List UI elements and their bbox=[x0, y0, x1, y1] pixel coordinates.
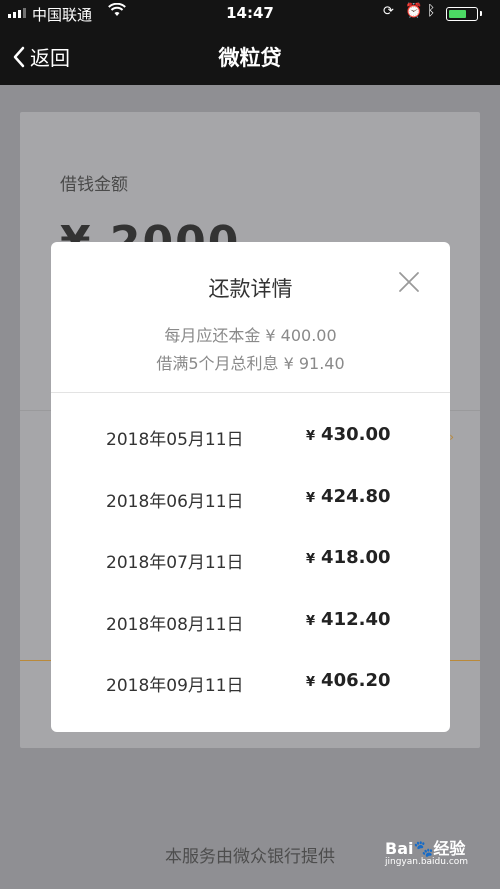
schedule-row: 2018年08月11日 ¥412.40 bbox=[51, 577, 450, 639]
currency-symbol: ¥ bbox=[306, 490, 316, 506]
close-icon bbox=[399, 272, 419, 292]
status-bar: 中国联通 14:47 ⟳ ⏰ ᛒ bbox=[0, 0, 500, 28]
row-date: 2018年06月11日 bbox=[106, 491, 244, 512]
row-date: 2018年07月11日 bbox=[106, 553, 244, 573]
row-amount-value: 430.00 bbox=[321, 424, 391, 445]
alarm-icon: ⏰ bbox=[405, 3, 423, 19]
schedule-row: 2018年06月11日 ¥424.80 bbox=[51, 454, 450, 516]
watermark-suffix: 经验 bbox=[433, 839, 466, 858]
bluetooth-icon: ᛒ bbox=[427, 3, 436, 19]
close-button[interactable] bbox=[397, 270, 421, 294]
amount-label: 借钱金额 bbox=[60, 175, 128, 195]
top-bar: 中国联通 14:47 ⟳ ⏰ ᛒ 返回 微粒贷 bbox=[0, 0, 500, 85]
currency-symbol: ¥ bbox=[306, 675, 316, 690]
watermark-url: jingyan.baidu.com bbox=[385, 857, 469, 867]
baidu-watermark: Bai🐾经验 jingyan.baidu.com bbox=[385, 839, 469, 867]
row-amount: ¥406.20 bbox=[306, 670, 391, 691]
row-date: 2018年08月11日 bbox=[106, 614, 244, 635]
schedule-row: 2018年07月11日 ¥418.00 bbox=[51, 515, 450, 577]
row-amount: ¥424.80 bbox=[306, 486, 391, 507]
nav-bar: 返回 微粒贷 bbox=[0, 28, 500, 85]
currency-symbol: ¥ bbox=[306, 613, 316, 629]
repayment-detail-dialog: 还款详情 每月应还本金 ¥ 400.00 借满5个月总利息 ¥ 91.40 20… bbox=[51, 242, 450, 732]
currency-symbol: ¥ bbox=[306, 429, 316, 444]
page-title: 微粒贷 bbox=[218, 46, 282, 70]
dialog-title: 还款详情 bbox=[208, 277, 293, 301]
row-amount-value: 406.20 bbox=[321, 670, 391, 691]
row-amount: ¥430.00 bbox=[306, 424, 391, 445]
battery-icon bbox=[446, 7, 482, 21]
row-amount: ¥412.40 bbox=[306, 609, 391, 630]
rotation-lock-icon: ⟳ bbox=[383, 4, 394, 19]
row-amount: ¥418.00 bbox=[306, 547, 391, 568]
currency-symbol: ¥ bbox=[306, 552, 316, 567]
schedule-row: 2018年05月11日 ¥430.00 bbox=[51, 392, 450, 454]
row-date: 2018年09月11日 bbox=[106, 676, 244, 696]
clock: 14:47 bbox=[226, 4, 274, 22]
row-amount-value: 418.00 bbox=[321, 547, 391, 568]
monthly-principal: 每月应还本金 ¥ 400.00 bbox=[164, 326, 337, 345]
total-interest: 借满5个月总利息 ¥ 91.40 bbox=[156, 354, 345, 373]
schedule-row: 2018年09月11日 ¥406.20 bbox=[51, 638, 450, 700]
row-amount-value: 424.80 bbox=[321, 485, 391, 507]
row-amount-value: 412.40 bbox=[321, 608, 391, 630]
row-date: 2018年05月11日 bbox=[106, 430, 244, 450]
watermark-brand: Bai bbox=[385, 839, 414, 858]
repayment-schedule: 2018年05月11日 ¥430.00 2018年06月11日 ¥424.80 … bbox=[51, 392, 450, 700]
